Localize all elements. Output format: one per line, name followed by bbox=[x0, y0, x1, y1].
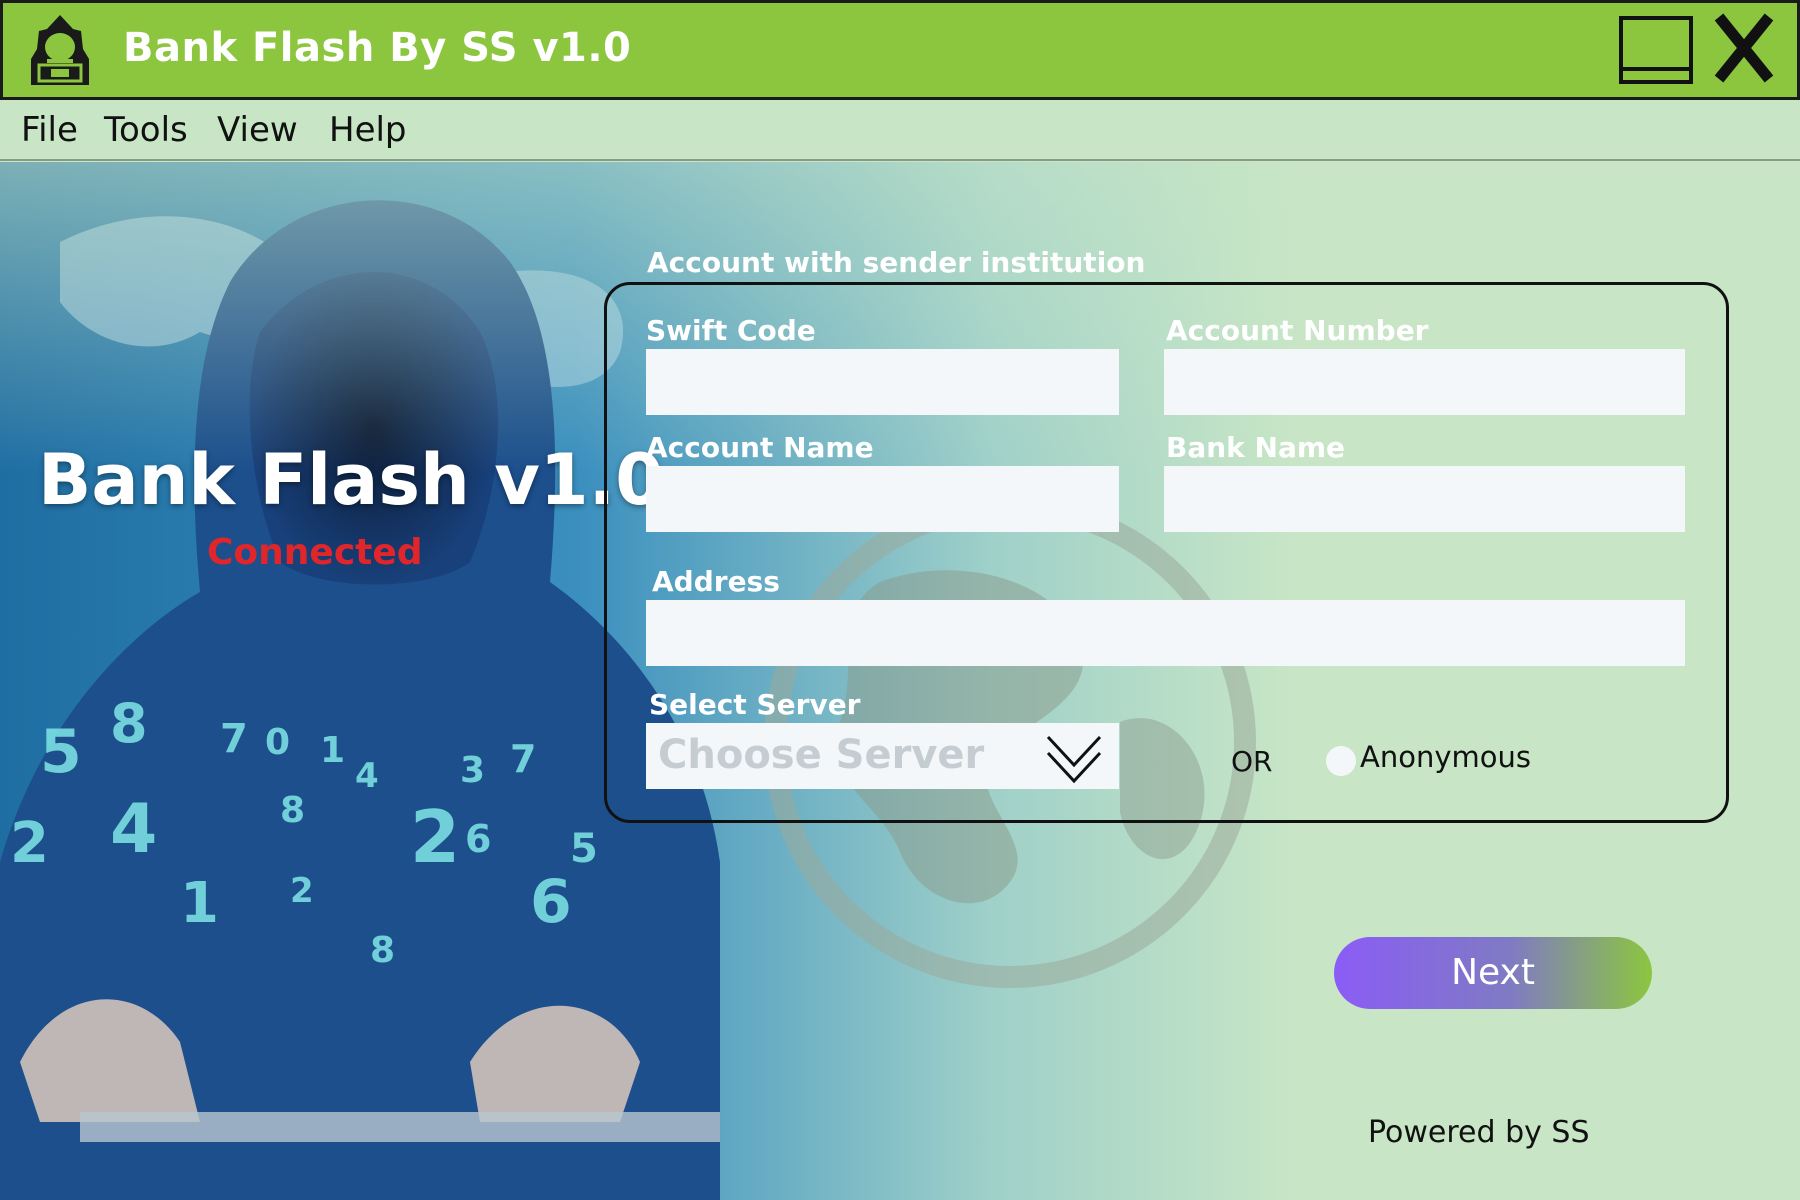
hacker-icon bbox=[31, 15, 89, 85]
account-number-label: Account Number bbox=[1166, 314, 1429, 347]
hero-title: Bank Flash v1.0 bbox=[38, 439, 664, 521]
bank-name-input[interactable] bbox=[1164, 466, 1685, 532]
title-bar: Bank Flash By SS v1.0 bbox=[0, 0, 1800, 100]
close-icon[interactable] bbox=[1713, 9, 1775, 87]
account-name-input[interactable] bbox=[646, 466, 1119, 532]
anonymous-label: Anonymous bbox=[1360, 740, 1531, 774]
main-content: 5 8 7 0 1 4 3 7 4 2 8 2 6 5 6 1 2 8 Bank… bbox=[0, 162, 1800, 1200]
or-separator: OR bbox=[1231, 745, 1273, 778]
swift-code-input[interactable] bbox=[646, 349, 1119, 415]
account-number-input[interactable] bbox=[1164, 349, 1685, 415]
menu-bar: File Tools View Help bbox=[0, 100, 1800, 161]
connection-status: Connected bbox=[207, 532, 423, 573]
menu-file[interactable]: File bbox=[21, 110, 78, 150]
window-title: Bank Flash By SS v1.0 bbox=[123, 25, 632, 71]
menu-view[interactable]: View bbox=[217, 110, 298, 150]
menu-tools[interactable]: Tools bbox=[104, 110, 188, 150]
account-name-label: Account Name bbox=[646, 431, 874, 464]
menu-help[interactable]: Help bbox=[329, 110, 407, 150]
bank-name-label: Bank Name bbox=[1166, 431, 1346, 464]
chevron-down-icon bbox=[1046, 735, 1102, 784]
address-input[interactable] bbox=[646, 600, 1685, 666]
powered-by-text: Powered by SS bbox=[1368, 1115, 1590, 1150]
anonymous-radio[interactable] bbox=[1326, 746, 1356, 776]
select-server-label: Select Server bbox=[649, 688, 861, 721]
server-select-placeholder: Choose Server bbox=[658, 732, 985, 778]
swift-code-label: Swift Code bbox=[646, 314, 816, 347]
maximize-icon[interactable] bbox=[1618, 15, 1694, 85]
address-label: Address bbox=[652, 565, 780, 598]
next-button[interactable]: Next bbox=[1334, 937, 1652, 1009]
server-select[interactable]: Choose Server bbox=[646, 723, 1119, 789]
form-legend: Account with sender institution bbox=[647, 246, 1146, 279]
